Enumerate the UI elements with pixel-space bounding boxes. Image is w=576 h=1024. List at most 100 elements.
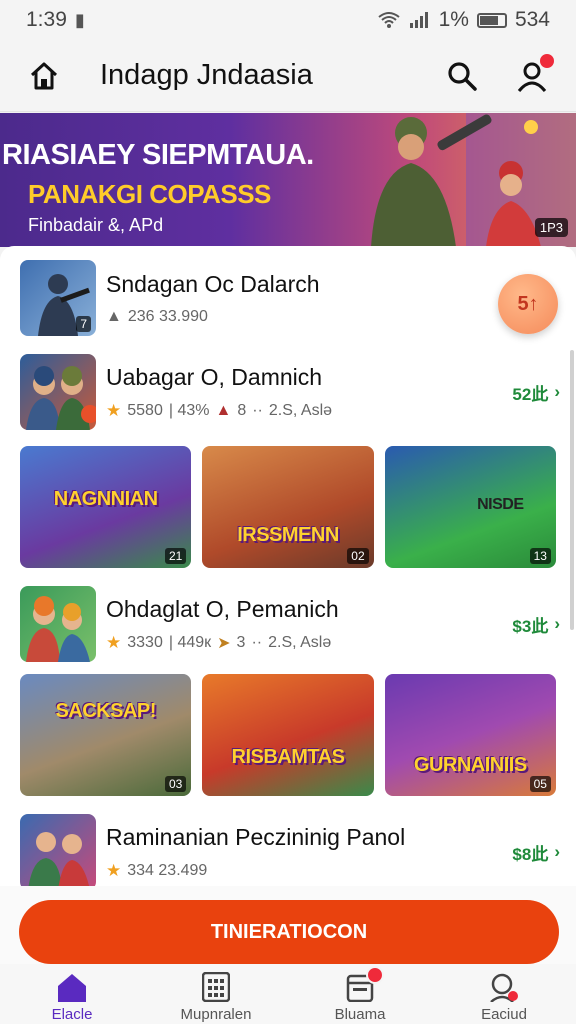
game-tile-row: SACKSAP! 03 RISBAMTAS GURNAINIIS 05 [20, 674, 556, 796]
tile-badge: 02 [347, 548, 369, 564]
characters-image [26, 596, 90, 662]
list-item[interactable]: Uabagar O, Damnich ★ 5580 | 43% ▲ 8 ·· 2.S, As… [20, 354, 560, 430]
action-button[interactable]: 5↑ [498, 274, 558, 334]
grid-icon [202, 972, 230, 1002]
game-tile-row: NAGNNIAN 21 IRSSMENN 02 NISDE 13 [20, 446, 556, 568]
game-title: Uabagar O, Damnich [106, 363, 323, 390]
game-thumbnail [20, 354, 96, 430]
game-rating: 3330 [127, 633, 163, 651]
home-icon [58, 974, 86, 1002]
game-meta: 236 33.990 [127, 307, 208, 325]
nav-item-profile[interactable]: Eaciud [444, 972, 564, 1023]
home-icon [30, 62, 58, 89]
nav-item-calendar[interactable]: Bluama [300, 966, 420, 1023]
banner-caption: Finbadair &, APd [28, 215, 164, 235]
nav-label: Bluama [334, 1006, 386, 1023]
game-rating: 5580 [127, 401, 163, 419]
game-meta: | 449к [168, 633, 212, 651]
notification-dot [366, 966, 384, 984]
star-icon: ★ [106, 632, 122, 652]
game-price: $8此 [512, 844, 549, 864]
game-meta: 2.S, Aslə [268, 401, 333, 419]
status-clock: 534 [514, 8, 550, 31]
profile-button[interactable] [510, 51, 556, 98]
chart-icon: ▲ [215, 401, 232, 419]
separator: ·· [251, 633, 263, 651]
banner-badge: 1P3 [534, 218, 568, 237]
game-meta: | 43% [168, 401, 210, 419]
status-bar: 1:39 ▮ 1% 534 [0, 0, 576, 40]
wifi-icon [377, 12, 400, 28]
characters-image [28, 832, 90, 886]
chevron-right-icon: › [554, 382, 560, 401]
game-tile[interactable]: RISBAMTAS [202, 674, 374, 796]
price-link[interactable]: $8此 › [512, 840, 560, 865]
battery-icon [476, 12, 507, 28]
home-button[interactable] [22, 54, 66, 98]
nav-item-menu[interactable]: Mupnralen [156, 972, 276, 1023]
cta-container: TINIERATIOCON [0, 886, 576, 964]
weapon-icon: ➤ [217, 634, 231, 652]
game-tile[interactable]: IRSSMENN 02 [202, 446, 374, 568]
game-thumbnail [20, 586, 96, 662]
bottom-navigation: Elacle Mupnralen Bluama Eaciud [0, 964, 576, 1024]
promo-banner[interactable]: RIASIAEY SIEPMTAUA. PANAKGI COPASSS Finb… [0, 113, 576, 247]
search-icon [448, 61, 477, 91]
nav-label: Eaciud [481, 1006, 527, 1023]
tile-badge: 21 [164, 548, 187, 564]
search-button[interactable] [440, 54, 484, 98]
chevron-right-icon: › [554, 842, 560, 861]
tile-title: NISDE [477, 496, 524, 513]
game-meta: 3 [236, 633, 246, 651]
game-title: Raminanian Peczininig Panol [106, 823, 406, 850]
game-meta: 8 [237, 401, 247, 419]
game-thumbnail: 7 [20, 260, 96, 336]
primary-cta-button[interactable]: TINIERATIOCON [19, 900, 559, 964]
tile-title: IRSSMENN [237, 524, 339, 546]
tile-badge: 13 [529, 548, 551, 564]
status-time: 1:39 [26, 8, 67, 31]
game-list: 7 Sndagan Oc Dalarch ▲ 236 33.990 5↑ Uaba… [0, 246, 576, 886]
nav-label: Mupnralen [180, 1006, 252, 1023]
game-tile[interactable]: NAGNNIAN 21 [20, 446, 192, 568]
game-title: Ohdaglat O, Pemanich [106, 595, 339, 622]
notification-dot [538, 51, 556, 70]
game-title: Sndagan Oc Dalarch [106, 270, 320, 297]
tile-title: NAGNNIAN [53, 488, 158, 510]
separator: ·· [252, 401, 263, 419]
game-price: 52此 [512, 384, 549, 404]
list-item[interactable]: Ohdaglat O, Pemanich ★ 3330 | 449к ➤ 3 ·· 2.S,… [20, 586, 560, 662]
game-price: $3此 [512, 616, 549, 636]
star-icon: ★ [106, 860, 122, 880]
characters-image [26, 366, 96, 430]
signal-icon [409, 12, 428, 28]
banner-subtitle: PANAKGI COPASSS [28, 179, 271, 209]
game-thumbnail [20, 814, 96, 886]
scrollbar[interactable] [570, 350, 574, 630]
profile-icon [490, 973, 518, 1002]
game-tile[interactable]: GURNAINIIS 05 [384, 674, 556, 796]
page-title: Indagp Jndaasia [100, 59, 313, 91]
price-link[interactable]: 52此 › [512, 380, 560, 405]
tile-badge: 03 [164, 776, 187, 792]
battery-percent: 1% [438, 8, 469, 31]
banner-title: RIASIAEY SIEPMTAUA. [2, 139, 314, 171]
game-tile[interactable]: SACKSAP! 03 [20, 674, 192, 796]
nav-label: Elacle [51, 1006, 93, 1023]
star-icon: ★ [106, 400, 122, 420]
tile-title: GURNAINIIS [413, 754, 527, 776]
tile-title: RISBAMTAS [231, 746, 345, 768]
game-meta: 2.S, Aslə [268, 633, 332, 651]
list-item[interactable]: 7 Sndagan Oc Dalarch ▲ 236 33.990 [20, 260, 560, 336]
nav-item-home[interactable]: Elacle [12, 972, 132, 1023]
tile-badge: 05 [529, 776, 551, 792]
list-item[interactable]: Raminanian Peczininig Panol ★ 334 23.499 … [20, 814, 560, 886]
downloads-icon: ▲ [106, 307, 122, 325]
game-rating: 334 23.499 [127, 861, 208, 879]
price-link[interactable]: $3此 › [512, 612, 560, 637]
notification-icon: ▮ [74, 9, 85, 30]
game-tile[interactable]: NISDE 13 [384, 446, 556, 568]
app-bar: Indagp Jndaasia [0, 40, 576, 112]
chevron-right-icon: › [554, 614, 560, 633]
thumbnail-badge: 7 [76, 316, 91, 332]
